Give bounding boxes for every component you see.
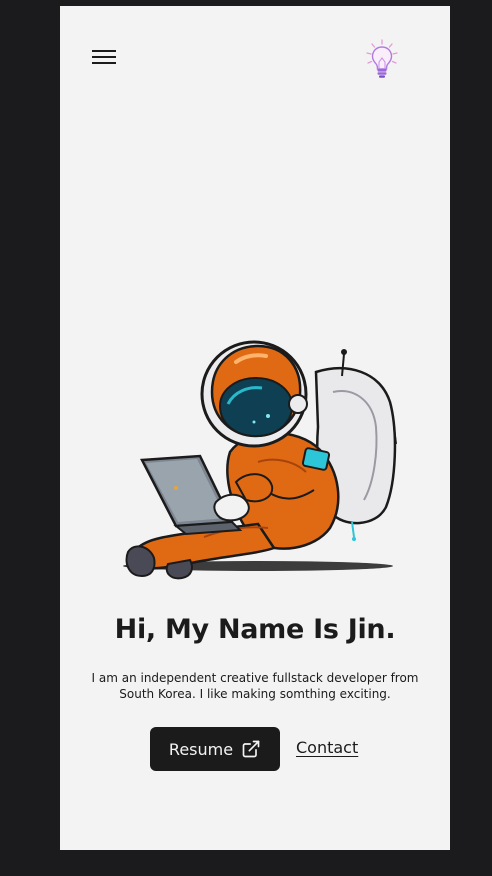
portfolio-page: Hi, My Name Is Jin. I am an independent … bbox=[60, 6, 450, 850]
external-link-icon bbox=[241, 739, 261, 759]
menu-line bbox=[92, 56, 116, 58]
hero-headline: Hi, My Name Is Jin. bbox=[114, 614, 396, 645]
contact-link[interactable]: Contact bbox=[296, 738, 358, 757]
astronaut-illustration bbox=[108, 332, 408, 580]
lightbulb-icon[interactable] bbox=[363, 38, 401, 80]
menu-line bbox=[92, 50, 116, 52]
resume-button[interactable]: Resume bbox=[150, 727, 280, 771]
hamburger-menu-icon[interactable] bbox=[92, 50, 116, 66]
hero-intro: I am an independent creative fullstack d… bbox=[91, 671, 419, 701]
resume-label: Resume bbox=[168, 739, 234, 759]
menu-line bbox=[92, 62, 116, 64]
